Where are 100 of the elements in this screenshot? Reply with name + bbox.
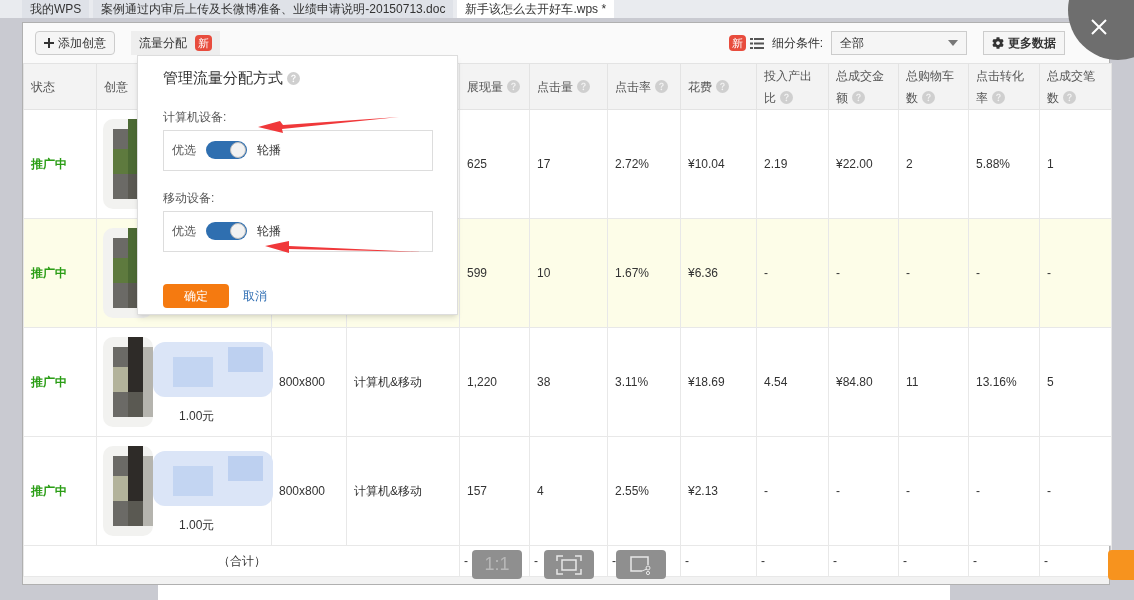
table-cell: 17 — [537, 157, 551, 171]
help-icon[interactable] — [507, 79, 520, 93]
table-cell: 4.54 — [764, 375, 788, 389]
help-icon[interactable] — [992, 90, 1005, 104]
table-cell: - — [836, 266, 840, 280]
status-text: 推广中 — [31, 157, 67, 171]
filter-dropdown[interactable]: 全部 — [831, 31, 967, 55]
table-cell: - — [612, 554, 616, 568]
help-icon[interactable] — [716, 79, 729, 93]
column-header: 总成交笔数 — [1047, 68, 1095, 105]
document-tab[interactable]: 我的WPS — [22, 0, 90, 18]
side-tab[interactable] — [1108, 550, 1134, 580]
table-cell: 625 — [467, 157, 488, 171]
scissors-icon — [628, 554, 654, 575]
table-cell: - — [1047, 266, 1051, 280]
column-header: 点击率 — [615, 79, 668, 94]
table-cell: 13.16% — [976, 375, 1017, 389]
device-label: 计算机设备: — [163, 108, 227, 126]
table-cell: 1 — [1047, 157, 1054, 171]
help-icon[interactable] — [922, 90, 935, 104]
popover-title: 管理流量分配方式 — [163, 68, 283, 88]
table-cell: 11 — [906, 375, 919, 389]
status-text: 推广中 — [31, 484, 67, 498]
caret-icon — [948, 40, 958, 46]
option-label: 优选 — [172, 142, 196, 159]
table-cell: - — [976, 266, 980, 280]
settings-icon — [992, 37, 1004, 49]
help-icon[interactable] — [780, 90, 793, 104]
column-header: 展现量 — [467, 79, 520, 94]
table-cell: 计算机&移动 — [354, 375, 422, 389]
table-cell: 3.11% — [615, 375, 649, 389]
table-cell: ¥84.80 — [836, 375, 873, 389]
table-cell: - — [976, 484, 980, 498]
table-cell: 2.72% — [615, 157, 650, 171]
add-creative-button[interactable]: 添加创意 — [35, 31, 115, 55]
table-cell: - — [761, 554, 765, 568]
table-cell: 38 — [537, 375, 551, 389]
fit-screen-button[interactable] — [544, 550, 594, 579]
status-text: 推广中 — [31, 375, 67, 389]
table-cell: - — [973, 554, 977, 568]
toggle-switch[interactable] — [206, 222, 247, 240]
table-cell: 4 — [537, 484, 544, 498]
help-icon[interactable] — [1063, 90, 1076, 104]
table-cell: 1.67% — [615, 266, 650, 280]
more-data-button[interactable]: 更多数据 — [983, 31, 1065, 55]
table-cell: - — [906, 266, 910, 280]
help-icon[interactable] — [852, 90, 865, 104]
table-cell: - — [906, 484, 910, 498]
column-header: 点击量 — [537, 79, 590, 94]
option-label: 轮播 — [257, 223, 281, 240]
table-cell: - — [903, 554, 907, 568]
toggle-switch[interactable] — [206, 141, 247, 159]
table-cell: - — [836, 484, 840, 498]
list-icon — [749, 37, 764, 49]
table-row[interactable]: 推广中 1.00元 800x800 计算机&移动 157 4 2.55% ¥2.13 - - - - - — [23, 436, 1112, 546]
column-header: 投入产出比 — [764, 68, 812, 105]
table-cell: - — [534, 554, 538, 568]
table-cell: 157 — [467, 484, 488, 498]
table-cell: 599 — [467, 266, 488, 280]
option-label: 轮播 — [257, 142, 281, 159]
document-tab[interactable]: 新手该怎么去开好车.wps * — [457, 0, 615, 18]
table-cell: - — [833, 554, 837, 568]
table-cell: 5 — [1047, 375, 1054, 389]
plus-icon — [44, 38, 54, 48]
help-icon[interactable] — [287, 71, 300, 85]
table-cell: - — [764, 484, 768, 498]
table-cell: ¥18.69 — [688, 375, 725, 389]
status-text: 推广中 — [31, 266, 67, 280]
traffic-button[interactable]: 流量分配 新 — [131, 31, 220, 55]
table-cell: 5.88% — [976, 157, 1011, 171]
table-cell: 800x800 — [279, 375, 326, 389]
table-cell: 计算机&移动 — [354, 484, 422, 498]
table-cell: ¥2.13 — [688, 484, 719, 498]
new-badge: 新 — [195, 34, 212, 52]
close-icon — [1090, 18, 1108, 36]
total-label: （合计） — [217, 554, 266, 568]
screenshot-button[interactable] — [616, 550, 666, 579]
price-text: 1.00元 — [179, 517, 215, 534]
filter-label: 细分条件: — [771, 35, 823, 52]
document-tab[interactable]: 案例通过内审后上传及长微博准备、业绩申请说明-20150713.doc — [93, 0, 454, 18]
column-header: 点击转化率 — [976, 68, 1024, 105]
fit-screen-icon — [556, 554, 582, 575]
column-header: 总成交金额 — [836, 68, 884, 105]
table-cell: ¥10.04 — [688, 157, 725, 171]
column-header: 创意 — [104, 79, 128, 94]
table-cell: ¥22.00 — [836, 157, 873, 171]
table-cell: 2.19 — [764, 157, 788, 171]
column-header: 状态 — [31, 79, 55, 94]
cancel-link[interactable]: 取消 — [243, 286, 267, 305]
table-cell: 2.55% — [615, 484, 650, 498]
column-header: 花费 — [688, 79, 729, 94]
table-cell: - — [764, 266, 768, 280]
table-row[interactable]: 推广中 1.00元 800x800 计算机&移动 1,220 38 3.11% ¥18.69 4.54 ¥84.80 11 13.16% 5 — [23, 327, 1112, 437]
help-icon[interactable] — [577, 79, 590, 93]
table-cell: 1,220 — [467, 375, 498, 389]
help-icon[interactable] — [655, 79, 668, 93]
table-cell: - — [685, 554, 689, 568]
option-label: 优选 — [172, 223, 196, 240]
table-cell: - — [464, 554, 468, 568]
table-cell: - — [1044, 554, 1048, 568]
